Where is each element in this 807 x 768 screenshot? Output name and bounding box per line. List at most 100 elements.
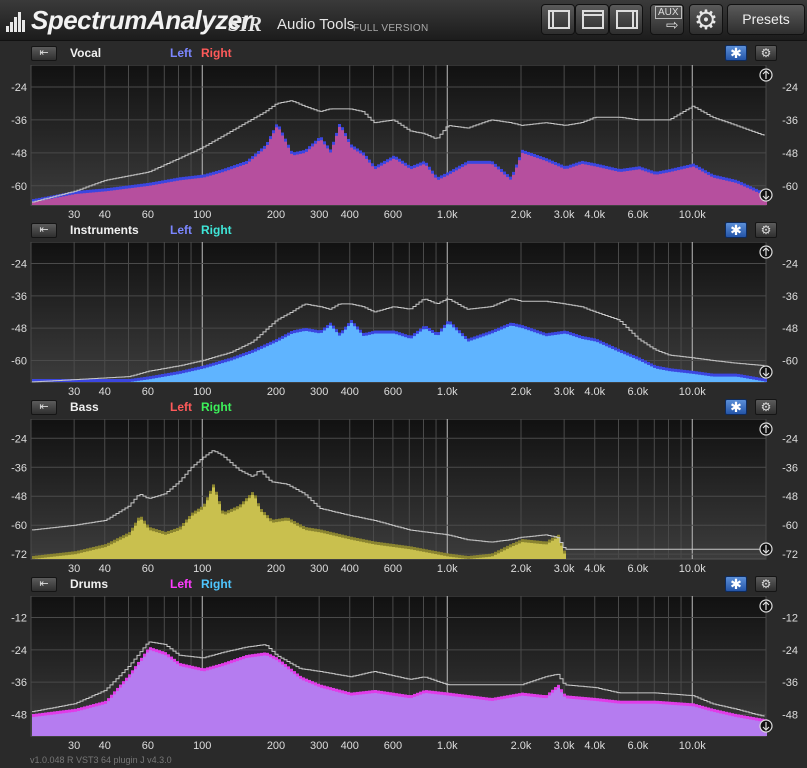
spectrum-bar xyxy=(50,556,53,559)
spectrum-bar xyxy=(656,703,659,736)
spectrum-bar xyxy=(452,172,455,205)
spectrum-bar xyxy=(407,549,410,559)
layout-right-button[interactable] xyxy=(609,4,643,35)
spectrum-bar xyxy=(344,538,347,559)
layout-left-button[interactable] xyxy=(541,4,575,35)
spectrum-bar xyxy=(560,334,563,382)
freeze-button[interactable]: ✱ xyxy=(725,576,747,592)
spectrum-bar xyxy=(734,716,737,736)
spectrum-bar xyxy=(674,705,677,736)
spectrum-bar xyxy=(152,185,155,205)
spectrum-bar xyxy=(65,712,68,736)
scale-down-button[interactable] xyxy=(759,188,773,202)
scale-down-button[interactable] xyxy=(759,542,773,556)
scale-up-button[interactable] xyxy=(759,599,773,613)
spectrum-bar xyxy=(158,183,161,205)
spectrum-bar xyxy=(260,655,263,736)
spectrum-bar xyxy=(254,156,257,205)
settings-button[interactable]: ⚙ xyxy=(689,4,723,35)
spectrum-bar xyxy=(410,338,413,382)
scale-up-button[interactable] xyxy=(759,245,773,259)
spectrum-bar xyxy=(428,552,431,559)
spectrum-bar xyxy=(335,691,338,736)
spectrum-bar xyxy=(182,373,185,382)
spectrum-bar xyxy=(290,153,293,205)
scale-down-button[interactable] xyxy=(759,365,773,379)
spectrum-bar xyxy=(395,334,398,382)
spectrum-bar xyxy=(476,338,479,382)
spectrum-bar xyxy=(44,199,47,205)
layout-full-button[interactable] xyxy=(575,4,609,35)
spectrum-bar xyxy=(248,353,251,382)
spectrum-bar xyxy=(326,534,329,559)
spectrum-bar xyxy=(35,716,38,736)
presets-button[interactable]: Presets xyxy=(727,4,805,35)
spectrum-bar xyxy=(248,498,251,559)
scale-up-button[interactable] xyxy=(759,68,773,82)
spectrum-bar xyxy=(179,180,182,205)
spectrum-bar xyxy=(449,173,452,205)
analyzer-panel-vocal: ⇤ Vocal Left Right ✱ ⚙ -24 -24 -36 -36 -48 -4… xyxy=(0,43,807,223)
freeze-button[interactable]: ✱ xyxy=(725,45,747,61)
spectrum-bar xyxy=(389,160,392,205)
spectrum-bar xyxy=(698,374,701,382)
spectrum-bar xyxy=(161,654,164,736)
spectrum-bar xyxy=(500,329,503,382)
spectrum-bar xyxy=(194,669,197,736)
freeze-button[interactable]: ✱ xyxy=(725,222,747,238)
spectrum-bar xyxy=(491,333,494,382)
spectrum-bar xyxy=(374,333,377,382)
spectrum-bar xyxy=(242,504,245,559)
spectrum-bar xyxy=(407,338,410,382)
spectrum-bar xyxy=(368,334,371,382)
version-label: v1.0.048 R VST3 64 plugin J v4.3.0 xyxy=(30,755,172,765)
spectrum-bar xyxy=(647,172,650,205)
aux-button[interactable]: AUX ⇨ xyxy=(650,4,684,35)
spectrum-bar xyxy=(551,692,554,736)
spectrum-bar xyxy=(248,161,251,205)
spectrum-plot: -12 -12 -24 -24 -36 -36 -48 -48 30 40 60 100 200 300 4… xyxy=(11,596,798,752)
spectrum-bar xyxy=(161,183,164,205)
spectrum-bar-back xyxy=(35,555,38,559)
layout-right-icon xyxy=(616,10,638,29)
scale-down-button[interactable] xyxy=(759,719,773,733)
spectrum-bar xyxy=(548,335,551,382)
spectrum-bar xyxy=(476,163,479,205)
spectrum-bar xyxy=(431,693,434,736)
spectrum-bar xyxy=(227,513,230,559)
panel-settings-button[interactable]: ⚙ xyxy=(755,222,777,238)
spectrum-bar xyxy=(413,550,416,559)
spectrum-bar xyxy=(62,713,65,736)
panel-settings-button[interactable]: ⚙ xyxy=(755,45,777,61)
panel-settings-button[interactable]: ⚙ xyxy=(755,399,777,415)
spectrum-bar xyxy=(716,376,719,382)
spectrum-bar xyxy=(587,340,590,382)
route-button[interactable]: ⇤ xyxy=(31,577,57,592)
spectrum-bar xyxy=(458,696,461,736)
spectrum-bar xyxy=(431,553,434,559)
spectrum-bar xyxy=(437,179,440,205)
right-channel-label: Right xyxy=(201,400,232,414)
spectrum-bar xyxy=(446,175,449,205)
route-button[interactable]: ⇤ xyxy=(31,223,57,238)
route-button[interactable]: ⇤ xyxy=(31,46,57,61)
freeze-button[interactable]: ✱ xyxy=(725,399,747,415)
spectrum-bar xyxy=(206,367,209,382)
panel-settings-button[interactable]: ⚙ xyxy=(755,576,777,592)
spectrum-bar xyxy=(329,534,332,559)
spectrum-bar xyxy=(521,328,524,382)
scale-up-button[interactable] xyxy=(759,422,773,436)
asterisk-icon: ✱ xyxy=(730,399,742,415)
spectrum-bar xyxy=(176,180,179,205)
spectrum-bar xyxy=(665,704,668,736)
spectrum-bar xyxy=(260,512,263,559)
spectrum-plot: -24 -24-36 -36-48 -48-60 -6030 40 60 100 200 300 4… xyxy=(11,65,798,221)
brand-subtitle: Audio Tools xyxy=(277,16,355,33)
spectrum-plot: -24 -24-36 -36-48 -48-60 -6030 40 60 100 200 300 4… xyxy=(11,242,798,398)
spectrum-bar xyxy=(101,191,104,205)
spectrum-bar xyxy=(494,700,497,736)
route-button[interactable]: ⇤ xyxy=(31,400,57,415)
spectrum-bar xyxy=(674,170,677,205)
spectrum-bar xyxy=(467,163,470,205)
spectrum-bar xyxy=(557,166,560,205)
